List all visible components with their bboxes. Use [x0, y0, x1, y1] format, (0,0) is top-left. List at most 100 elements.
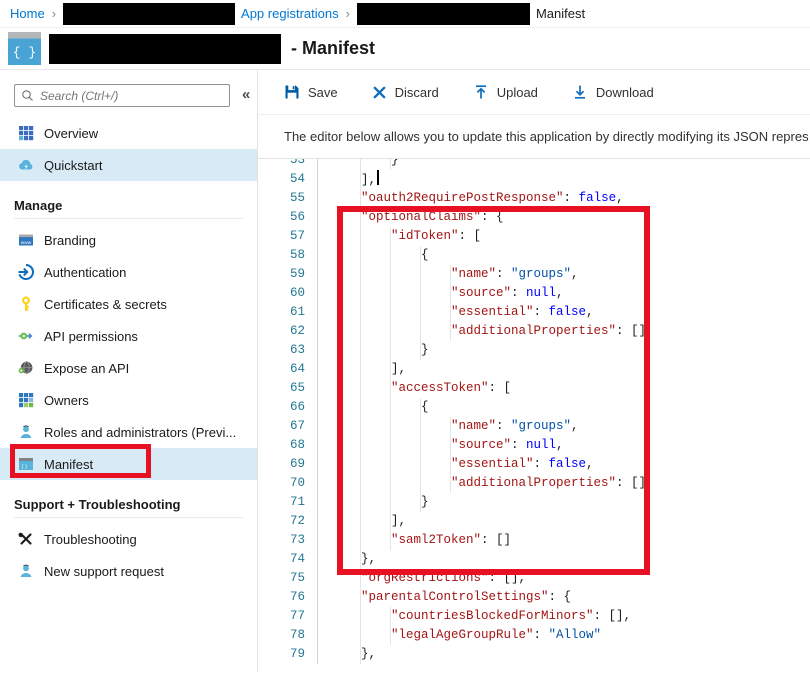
sidebar-item-label: Branding	[44, 233, 96, 248]
code-line[interactable]: }	[331, 493, 810, 512]
sidebar-item-new-support-request[interactable]: New support request	[0, 555, 257, 587]
authentication-signin-icon	[18, 264, 34, 280]
sidebar-item-authentication[interactable]: Authentication	[0, 256, 257, 288]
redacted-app-title	[49, 34, 281, 64]
braces-window-icon: { }	[8, 32, 41, 65]
globe-gear-icon	[18, 360, 34, 376]
code-line[interactable]: "source": null,	[331, 436, 810, 455]
support-person-icon	[18, 563, 34, 579]
download-button-label: Download	[596, 85, 654, 100]
sidebar-nav: Overview Quickstart Manage www Branding Authe…	[0, 117, 257, 587]
sidebar-item-label: Expose an API	[44, 361, 129, 376]
line-number: 79	[258, 645, 305, 664]
upload-button-label: Upload	[497, 85, 538, 100]
code-line[interactable]: "name": "groups",	[331, 417, 810, 436]
sidebar-item-branding[interactable]: www Branding	[0, 224, 257, 256]
collapse-sidebar-icon[interactable]: «	[242, 86, 250, 103]
line-number: 70	[258, 474, 305, 493]
code-line[interactable]: ],	[331, 512, 810, 531]
breadcrumb-app-registrations-link[interactable]: App registrations	[241, 6, 339, 21]
breadcrumb-home-link[interactable]: Home	[10, 6, 45, 21]
manifest-window-icon: ()	[18, 456, 34, 472]
sidebar-item-label: API permissions	[44, 329, 138, 344]
code-line[interactable]: ],	[331, 360, 810, 379]
save-icon	[284, 84, 300, 100]
sidebar-section-manage: Manage	[0, 194, 257, 218]
code-line[interactable]: }	[331, 159, 810, 170]
code-line[interactable]: "additionalProperties": []	[331, 322, 810, 341]
line-number: 56	[258, 208, 305, 227]
editor-description: The editor below allows you to update th…	[258, 115, 810, 159]
search-box	[14, 84, 230, 107]
line-number: 64	[258, 360, 305, 379]
code-line[interactable]: "essential": false,	[331, 455, 810, 474]
discard-button-label: Discard	[395, 85, 439, 100]
code-line[interactable]: }	[331, 341, 810, 360]
roles-person-icon	[18, 424, 34, 440]
page-title-bar: { } - Manifest	[0, 28, 810, 70]
sidebar-item-owners[interactable]: Owners	[0, 384, 257, 416]
code-line[interactable]: },	[331, 645, 810, 664]
sidebar-item-roles-and-administrators[interactable]: Roles and administrators (Previ...	[0, 416, 257, 448]
line-number: 62	[258, 322, 305, 341]
breadcrumb-current-page: Manifest	[536, 6, 585, 21]
svg-text:www: www	[21, 241, 32, 246]
line-number: 68	[258, 436, 305, 455]
code-line[interactable]: "countriesBlockedForMinors": [],	[331, 607, 810, 626]
sidebar-item-api-permissions[interactable]: API permissions	[0, 320, 257, 352]
code-line[interactable]: "idToken": [	[331, 227, 810, 246]
sidebar-item-troubleshooting[interactable]: Troubleshooting	[0, 523, 257, 555]
owners-grid-icon	[18, 392, 34, 408]
code-line[interactable]: "additionalProperties": []	[331, 474, 810, 493]
code-line[interactable]: "parentalControlSettings": {	[331, 588, 810, 607]
line-number: 74	[258, 550, 305, 569]
sidebar-item-label: Quickstart	[44, 158, 103, 173]
code-area[interactable]: }],"oauth2RequirePostResponse": false,"o…	[318, 159, 810, 664]
sidebar-item-certificates-secrets[interactable]: Certificates & secrets	[0, 288, 257, 320]
code-line[interactable]: "essential": false,	[331, 303, 810, 322]
code-line[interactable]: "oauth2RequirePostResponse": false,	[331, 189, 810, 208]
sidebar-item-label: New support request	[44, 564, 164, 579]
discard-button[interactable]: Discard	[372, 85, 439, 100]
save-button[interactable]: Save	[284, 84, 338, 100]
search-input[interactable]	[40, 89, 223, 103]
toolbar: Save Discard Upload Download	[258, 70, 810, 115]
code-line[interactable]: ],	[331, 170, 810, 189]
code-line[interactable]: "source": null,	[331, 284, 810, 303]
code-line[interactable]: "orgRestrictions": [],	[331, 569, 810, 588]
sidebar-item-manifest[interactable]: ()Manifest	[0, 448, 257, 480]
code-line[interactable]: "name": "groups",	[331, 265, 810, 284]
code-line[interactable]: "legalAgeGroupRule": "Allow"	[331, 626, 810, 645]
line-number: 61	[258, 303, 305, 322]
line-number: 73	[258, 531, 305, 550]
line-number: 69	[258, 455, 305, 474]
chevron-right-icon: ›	[52, 6, 56, 21]
code-line[interactable]: "optionalClaims": {	[331, 208, 810, 227]
line-number: 58	[258, 246, 305, 265]
line-number: 54	[258, 170, 305, 189]
line-number: 53	[258, 159, 305, 170]
sidebar-item-quickstart[interactable]: Quickstart	[0, 149, 257, 181]
sidebar-item-label: Authentication	[44, 265, 126, 280]
sidebar-item-label: Troubleshooting	[44, 532, 137, 547]
manifest-json-editor[interactable]: 5354555657585960616263646566676869707172…	[258, 159, 810, 672]
code-line[interactable]: {	[331, 246, 810, 265]
line-number: 55	[258, 189, 305, 208]
code-line[interactable]: {	[331, 398, 810, 417]
code-line[interactable]: "accessToken": [	[331, 379, 810, 398]
crossed-tools-icon	[18, 531, 34, 547]
quickstart-cloud-icon	[18, 157, 34, 173]
sidebar-item-expose-an-api[interactable]: Expose an API	[0, 352, 257, 384]
line-number: 57	[258, 227, 305, 246]
chevron-right-icon: ›	[346, 6, 350, 21]
sidebar: « Overview Quickstart Manage www Branding Aut…	[0, 70, 258, 672]
svg-text:{ }: { }	[13, 45, 36, 60]
code-line[interactable]: },	[331, 550, 810, 569]
code-line[interactable]: "saml2Token": []	[331, 531, 810, 550]
line-number: 66	[258, 398, 305, 417]
sidebar-item-overview[interactable]: Overview	[0, 117, 257, 149]
download-button[interactable]: Download	[572, 84, 654, 100]
upload-button[interactable]: Upload	[473, 84, 538, 100]
line-number: 63	[258, 341, 305, 360]
redacted-app-name	[357, 3, 530, 25]
